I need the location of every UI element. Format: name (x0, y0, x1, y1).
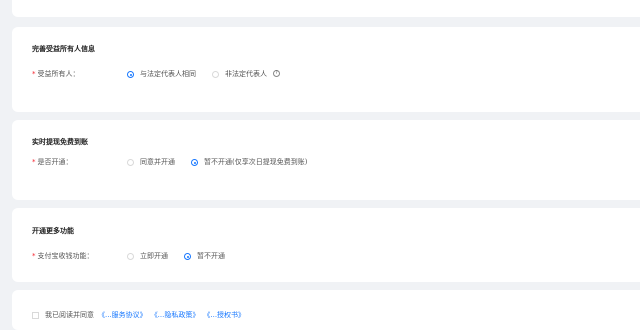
agreement-row: 我已阅读并同意 《...服务协议》 《...隐私政策》 《...授权书》 (32, 310, 245, 320)
instant-withdraw-section: 实时提现免费到账 * 是否开通： 同意并开通 暂不开通(仅享次日提现免费到账) (12, 120, 640, 200)
radio-label: 立即开通 (140, 252, 168, 260)
previous-section-card (12, 0, 640, 17)
question-circle-icon[interactable]: ? (273, 70, 280, 77)
required-mark: * (32, 70, 36, 78)
radio-checked-icon (127, 71, 134, 78)
section-title: 实时提现免费到账 (32, 138, 88, 146)
agreement-link[interactable]: 《...隐私政策》 (151, 310, 200, 320)
radio-same-as-legal-rep[interactable]: 与法定代表人相同 (127, 70, 196, 79)
field-label-text: 受益所有人： (37, 70, 80, 78)
field-label-text: 支付宝收钱功能： (37, 252, 94, 260)
agreement-link[interactable]: 《...服务协议》 (98, 310, 147, 320)
required-mark: * (32, 252, 36, 260)
radio-checked-icon (184, 253, 191, 260)
agreement-prefix: 我已阅读并同意 (45, 311, 94, 319)
radio-label: 暂不开通 (197, 252, 225, 260)
radio-label: 与法定代表人相同 (140, 70, 196, 78)
agreement-checkbox[interactable] (32, 311, 39, 319)
radio-unchecked-icon (127, 253, 134, 260)
radio-label: 非法定代表人 (225, 70, 267, 78)
radio-enable-now[interactable]: 立即开通 (127, 252, 168, 261)
radio-label: 同意并开通 (140, 158, 175, 166)
field-label: * 是否开通： (32, 158, 73, 167)
field-label: * 支付宝收钱功能： (32, 252, 94, 261)
agreement-section: 我已阅读并同意 《...服务协议》 《...隐私政策》 《...授权书》 (12, 290, 640, 330)
radio-not-enable[interactable]: 暂不开通(仅享次日提现免费到账) (191, 158, 307, 167)
radio-label: 暂不开通(仅享次日提现免费到账) (204, 158, 308, 166)
field-label-text: 是否开通： (37, 158, 73, 166)
beneficial-owner-section: 完善受益所有人信息 * 受益所有人： 与法定代表人相同 非法定代表人 ? (12, 27, 640, 112)
radio-unchecked-icon (212, 71, 219, 78)
section-title: 完善受益所有人信息 (32, 45, 95, 53)
radio-not-legal-rep[interactable]: 非法定代表人 (212, 70, 267, 79)
radio-not-enable-alipay[interactable]: 暂不开通 (184, 252, 225, 261)
radio-checked-icon (191, 159, 198, 166)
required-mark: * (32, 158, 36, 166)
radio-unchecked-icon (127, 159, 134, 166)
agreement-link[interactable]: 《...授权书》 (203, 310, 245, 320)
more-features-section: 开通更多功能 * 支付宝收钱功能： 立即开通 暂不开通 (12, 208, 640, 282)
field-label: * 受益所有人： (32, 70, 80, 79)
radio-agree-enable[interactable]: 同意并开通 (127, 158, 175, 167)
section-title: 开通更多功能 (32, 227, 74, 235)
